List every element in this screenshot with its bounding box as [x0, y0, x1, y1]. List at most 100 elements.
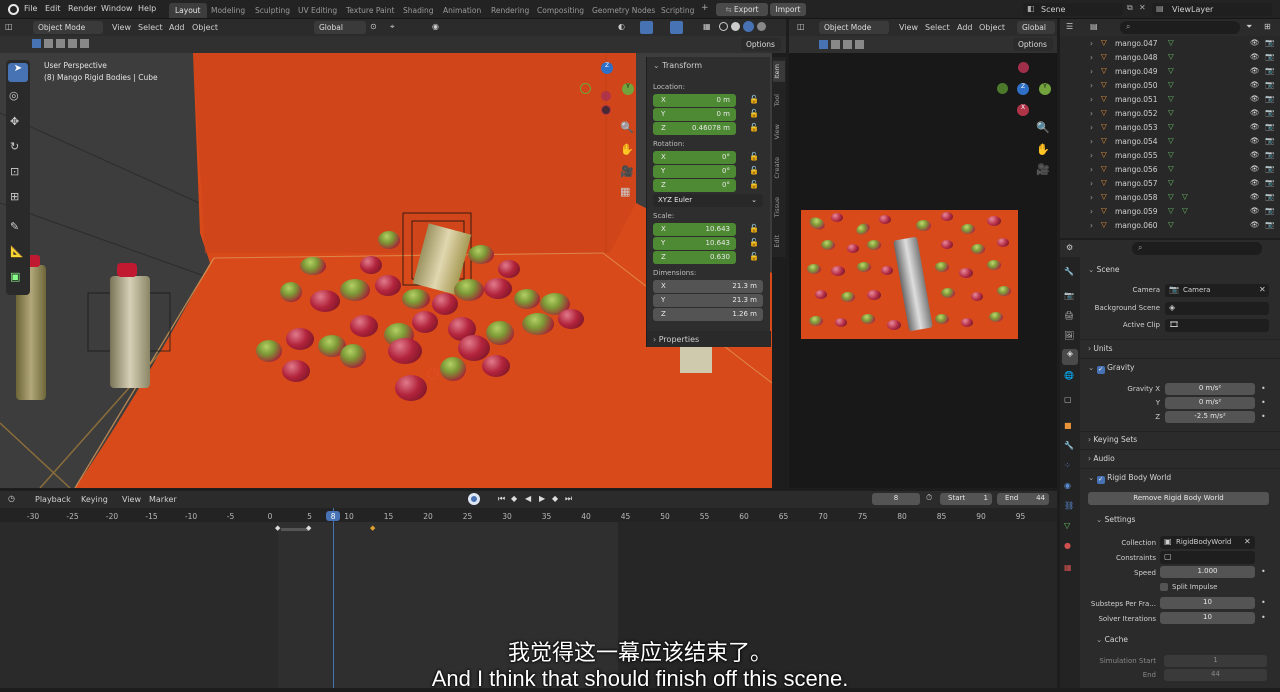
new-collection-icon[interactable]: ⊞ [1264, 22, 1271, 31]
properties-header[interactable]: › Properties [647, 331, 771, 347]
gravity-y-field[interactable]: 0 m/s² [1165, 397, 1255, 409]
expand-icon[interactable]: › [1090, 109, 1093, 118]
tab-sculpting[interactable]: Sculpting [249, 3, 296, 18]
timeline-menu-playback[interactable]: Playback [35, 495, 71, 504]
expand-icon[interactable]: › [1090, 137, 1093, 146]
select-box-tool-icon[interactable]: ➤ [8, 63, 28, 82]
select-intersect-icon[interactable] [80, 39, 89, 48]
camera-viewport[interactable]: Z Y X 🔍 ✋ 🎥 [789, 53, 1057, 488]
tab-create[interactable]: Create [773, 157, 785, 179]
tab-tissue[interactable]: Tissue [773, 197, 785, 217]
keyframe-dot-icon[interactable]: • [1261, 598, 1266, 607]
select-subtract-icon[interactable] [843, 40, 852, 49]
camera-render-icon[interactable]: 📷 [1265, 38, 1274, 47]
camera-render-icon[interactable]: 📷 [1265, 66, 1274, 75]
editor-type-icon[interactable]: ⚙ [1066, 243, 1073, 252]
transform-header[interactable]: ⌄ Transform [653, 61, 702, 70]
eye-icon[interactable]: 👁 [1250, 94, 1260, 103]
orientation-dropdown[interactable]: Global [314, 21, 366, 34]
rotation-y-field[interactable]: Y 0° [653, 165, 736, 178]
outliner-item[interactable]: › ▽ mango.053 ▽ 👁 📷 [1060, 121, 1280, 135]
rotate-tool-icon[interactable]: ↻ [10, 140, 19, 153]
jump-end-icon[interactable]: ⏭ [565, 494, 572, 504]
object-tab-icon[interactable]: ■ [1064, 421, 1072, 430]
rotation-mode-dropdown[interactable]: XYZ Euler ⌄ [653, 194, 763, 207]
lock-icon[interactable]: 🔓 [749, 152, 759, 161]
navigation-gizmo[interactable]: Z Y X [997, 61, 1053, 117]
transform-tool-icon[interactable]: ⊞ [10, 190, 19, 203]
filter-icon[interactable]: ⏷ [1246, 22, 1252, 32]
camera-render-icon[interactable]: 📷 [1265, 80, 1274, 89]
camera-options-dropdown[interactable]: Options [1013, 38, 1053, 51]
keyframe-selected-icon[interactable]: ◆ [370, 524, 375, 532]
dimensions-z-field[interactable]: Z 1.26 m [653, 308, 763, 321]
outliner-item[interactable]: › ▽ mango.059 ▽ ▽ 👁 📷 [1060, 205, 1280, 219]
viewport-menu-select[interactable]: Select [138, 23, 163, 32]
scale-y-field[interactable]: Y 10.643 [653, 237, 736, 250]
tab-modeling[interactable]: Modeling [205, 3, 251, 18]
lock-icon[interactable]: 🔓 [749, 95, 759, 104]
snap-icon[interactable]: ⌖ [390, 22, 395, 32]
outliner-search-input[interactable]: ⌕ [1120, 21, 1240, 34]
collection-field[interactable]: ▣ RigidBodyWorld ✕ [1160, 536, 1255, 549]
location-y-field[interactable]: Y 0 m [653, 108, 736, 121]
keyframe-dot-icon[interactable]: • [1261, 613, 1266, 622]
cursor-tool-icon[interactable]: ◎ [9, 89, 19, 102]
menu-window[interactable]: Window [101, 4, 133, 13]
tab-layout[interactable]: Layout [169, 3, 207, 18]
properties-search-input[interactable]: ⌕ [1132, 242, 1262, 255]
pivot-icon[interactable]: ⊙ [370, 22, 377, 31]
camera-render-icon[interactable]: 📷 [1265, 178, 1274, 187]
lock-icon[interactable]: 🔓 [749, 252, 759, 261]
constraints-field[interactable]: ▢ [1160, 551, 1255, 564]
keyframe-dot-icon[interactable]: • [1261, 412, 1266, 421]
camera-render-icon[interactable]: 📷 [1265, 136, 1274, 145]
shading-wireframe-icon[interactable] [719, 22, 728, 31]
visibility-icon[interactable]: ◐ [618, 22, 625, 31]
shading-rendered-icon[interactable] [757, 22, 766, 31]
output-tab-icon[interactable]: 🖨 [1064, 311, 1074, 320]
lock-icon[interactable]: 🔓 [749, 166, 759, 175]
remove-rigid-body-world-button[interactable]: Remove Rigid Body World [1088, 492, 1269, 505]
camera-field[interactable]: 📷 Camera ✕ [1165, 284, 1269, 297]
tab-shading[interactable]: Shading [397, 3, 439, 18]
camera-render-icon[interactable]: 📷 [1265, 94, 1274, 103]
annotate-tool-icon[interactable]: ✎ [10, 220, 19, 233]
material-tab-icon[interactable]: ● [1064, 541, 1071, 550]
preview-range-icon[interactable]: ⏱ [926, 493, 932, 503]
keyframe-icon[interactable]: ◆ [275, 524, 280, 532]
eye-icon[interactable]: 👁 [1250, 108, 1260, 117]
tab-tool[interactable]: Tool [773, 94, 785, 107]
expand-icon[interactable]: › [1090, 123, 1093, 132]
camera-view-icon[interactable]: 🎥 [620, 165, 634, 178]
outliner-item[interactable]: › ▽ mango.060 ▽ 👁 📷 [1060, 219, 1280, 233]
timeline-menu-marker[interactable]: Marker [149, 495, 177, 504]
audio-panel-header[interactable]: › Audio [1088, 454, 1115, 463]
rotation-x-field[interactable]: X 0° [653, 151, 736, 164]
tab-uv-editing[interactable]: UV Editing [292, 3, 343, 18]
eye-icon[interactable]: 👁 [1250, 150, 1260, 159]
gravity-x-field[interactable]: 0 m/s² [1165, 383, 1255, 395]
menu-render[interactable]: Render [68, 4, 96, 13]
expand-icon[interactable]: › [1090, 67, 1093, 76]
camera-render-icon[interactable]: 📷 [1265, 192, 1274, 201]
eye-icon[interactable]: 👁 [1250, 178, 1260, 187]
outliner-item[interactable]: › ▽ mango.056 ▽ 👁 📷 [1060, 163, 1280, 177]
editor-type-icon[interactable]: ◫ [5, 22, 13, 31]
eye-icon[interactable]: 👁 [1250, 220, 1260, 229]
editor-type-icon[interactable]: ◷ [8, 494, 15, 503]
menu-edit[interactable]: Edit [45, 4, 61, 13]
overlay-toggle-icon[interactable] [670, 21, 683, 34]
play-reverse-icon[interactable]: ◀ [525, 494, 531, 503]
world-tab-icon[interactable]: 🌐 [1064, 371, 1074, 380]
outliner-item[interactable]: › ▽ mango.050 ▽ 👁 📷 [1060, 79, 1280, 93]
dimensions-y-field[interactable]: Y 21.3 m [653, 294, 763, 307]
keyframe-dot-icon[interactable]: • [1261, 567, 1266, 576]
substeps-field[interactable]: 10 [1160, 597, 1255, 609]
select-mode-icon[interactable] [819, 40, 828, 49]
timeline-menu-keying[interactable]: Keying [81, 495, 108, 504]
add-cube-tool-icon[interactable]: ▣ [10, 270, 20, 283]
ortho-toggle-icon[interactable]: ▦ [620, 185, 630, 198]
tab-animation[interactable]: Animation [437, 3, 487, 18]
split-impulse-checkbox[interactable] [1160, 583, 1168, 591]
